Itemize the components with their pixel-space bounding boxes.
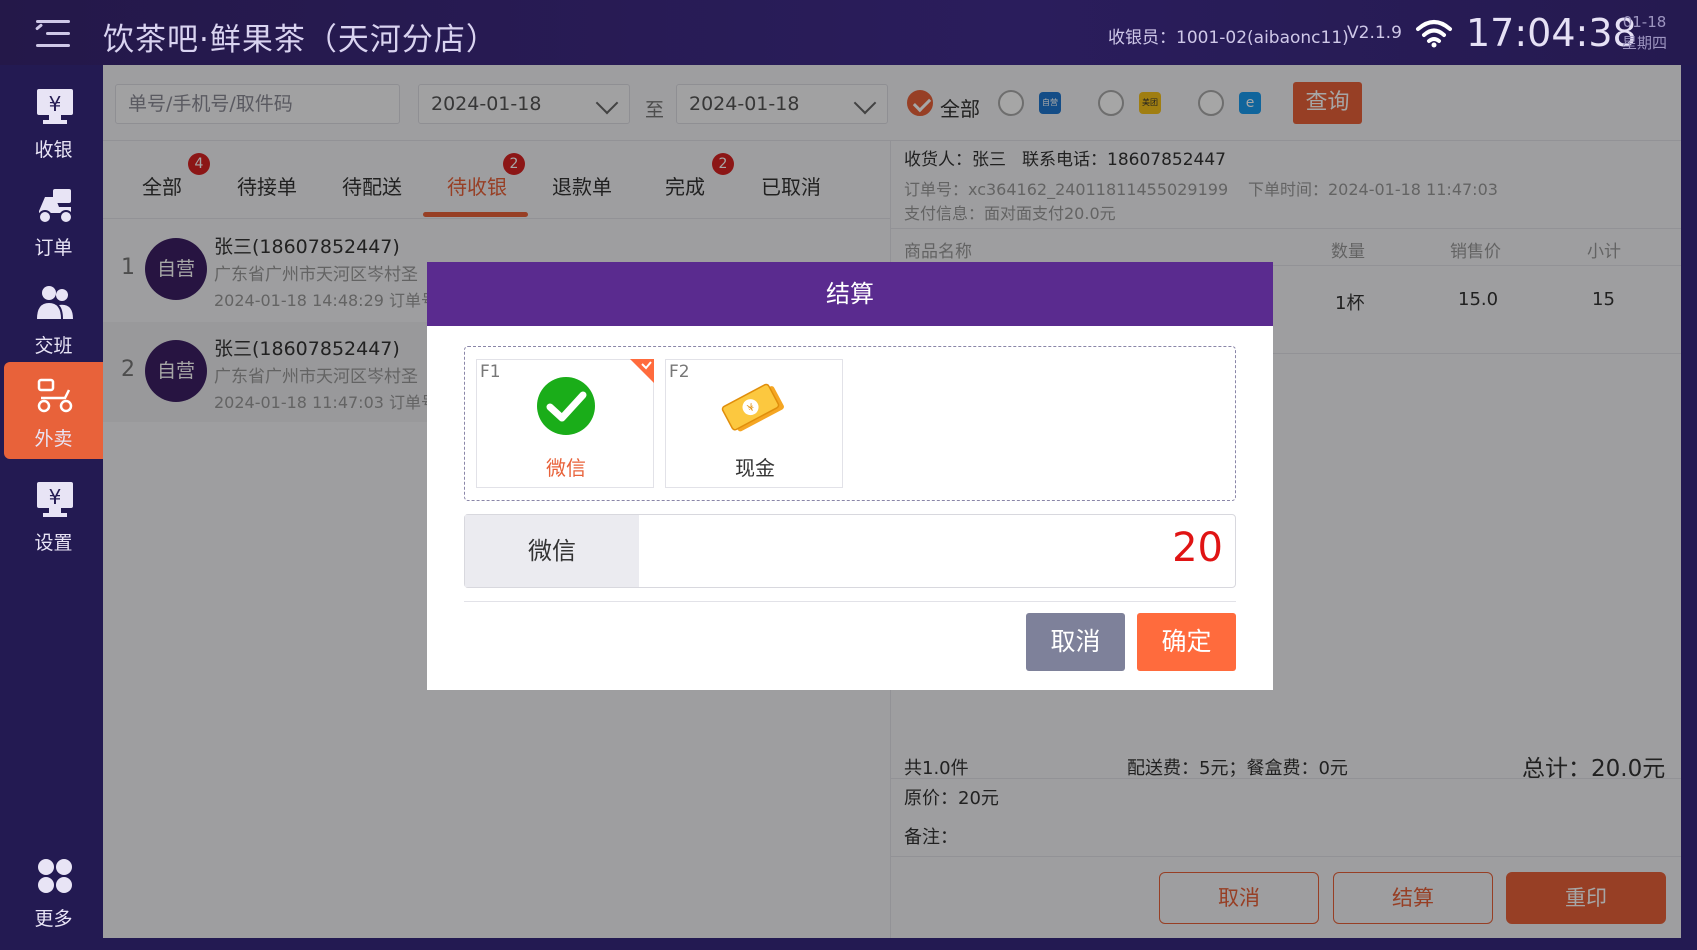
selected-check-icon — [630, 359, 654, 383]
payment-methods: F1 微信 F2 ¥ 现金 — [464, 346, 1236, 501]
pay-method-wechat[interactable]: F1 微信 — [476, 359, 654, 488]
cash-register-icon: ¥ — [37, 89, 73, 124]
wifi-icon — [1416, 20, 1452, 48]
menu-icon[interactable] — [35, 20, 70, 48]
shortcut-key: F1 — [480, 362, 501, 382]
sidebar-item-settings[interactable]: ¥ 设置 — [4, 466, 103, 563]
top-bar: 饮茶吧·鲜果茶（天河分店） 收银员：1001-02(aibaonc11) V2.… — [0, 0, 1697, 65]
date-label: 01-18 — [1622, 13, 1667, 31]
selected-method-label: 微信 — [465, 515, 639, 587]
cash-icon: ¥ — [721, 383, 784, 432]
confirm-button[interactable]: 确定 — [1137, 613, 1236, 671]
version-label: V2.1.9 — [1347, 23, 1402, 43]
delivery-icon — [38, 189, 73, 224]
wechat-icon — [537, 377, 595, 435]
store-title: 饮茶吧·鲜果茶（天河分店） — [103, 22, 498, 58]
sidebar-item-label: 设置 — [34, 532, 73, 554]
sidebar-item-label: 更多 — [34, 908, 73, 930]
clock: 17:04:38 — [1466, 11, 1637, 55]
shortcut-key: F2 — [669, 362, 690, 382]
weekday-label: 星期四 — [1622, 34, 1668, 52]
sidebar-item-label: 订单 — [34, 237, 73, 259]
date-display: 01-18 星期四 — [1622, 12, 1667, 54]
sidebar-item-takeaway[interactable]: 外卖 — [4, 362, 103, 459]
sidebar: ¥ 收银 订单 交班 外卖 ¥ 设置 更多 — [0, 65, 103, 950]
dialog-title: 结算 — [427, 262, 1273, 326]
cashier-label: 收银员：1001-02(aibaonc11) — [1108, 28, 1349, 48]
cancel-button[interactable]: 取消 — [1026, 613, 1125, 671]
amount-row[interactable]: 微信 20 — [464, 514, 1236, 588]
grid-icon — [38, 859, 72, 893]
svg-text:¥: ¥ — [49, 485, 62, 509]
sidebar-item-label: 收银 — [34, 139, 73, 161]
sidebar-item-cashier[interactable]: ¥ 收银 — [4, 73, 103, 170]
pay-method-name: 现金 — [735, 456, 775, 480]
sidebar-item-label: 外卖 — [34, 428, 73, 450]
sidebar-item-orders[interactable]: 订单 — [4, 171, 103, 268]
scooter-icon — [37, 378, 73, 413]
svg-text:¥: ¥ — [49, 92, 62, 116]
sidebar-item-more[interactable]: 更多 — [4, 842, 103, 939]
settings-cash-icon: ¥ — [37, 482, 73, 517]
pay-method-name: 微信 — [546, 456, 586, 480]
pay-method-cash[interactable]: F2 ¥ 现金 — [665, 359, 843, 488]
staff-icon — [37, 286, 73, 319]
settlement-dialog: 结算 F1 微信 F2 ¥ 现金 微信 20 取消 确定 — [427, 262, 1273, 690]
amount-input[interactable]: 20 — [1172, 525, 1223, 571]
divider — [464, 601, 1236, 602]
sidebar-item-shift[interactable]: 交班 — [4, 269, 103, 366]
sidebar-item-label: 交班 — [34, 335, 73, 357]
